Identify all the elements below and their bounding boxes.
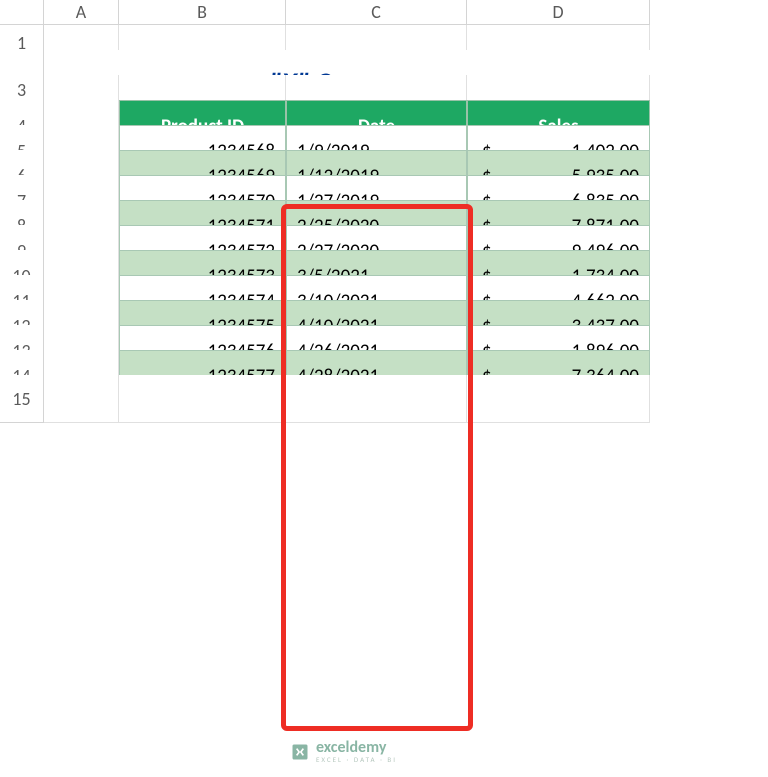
select-all-corner[interactable] [0, 0, 44, 25]
col-header-a[interactable]: A [44, 0, 119, 25]
row-header-15[interactable]: 15 [0, 375, 44, 423]
cell-a15[interactable] [44, 375, 119, 423]
cell-c15[interactable] [286, 375, 467, 423]
col-header-b[interactable]: B [119, 0, 286, 25]
watermark-sub: EXCEL · DATA · BI [316, 756, 397, 763]
watermark-brand: exceldemy [316, 740, 397, 756]
excel-icon [290, 742, 310, 762]
spreadsheet-grid[interactable]: A B C D 1 2 "X" Company 3 4 Product ID D… [0, 0, 768, 400]
col-header-c[interactable]: C [286, 0, 467, 25]
col-header-d[interactable]: D [467, 0, 650, 25]
cell-d15[interactable] [467, 375, 650, 423]
watermark: exceldemy EXCEL · DATA · BI [290, 740, 397, 763]
cell-b15[interactable] [119, 375, 286, 423]
